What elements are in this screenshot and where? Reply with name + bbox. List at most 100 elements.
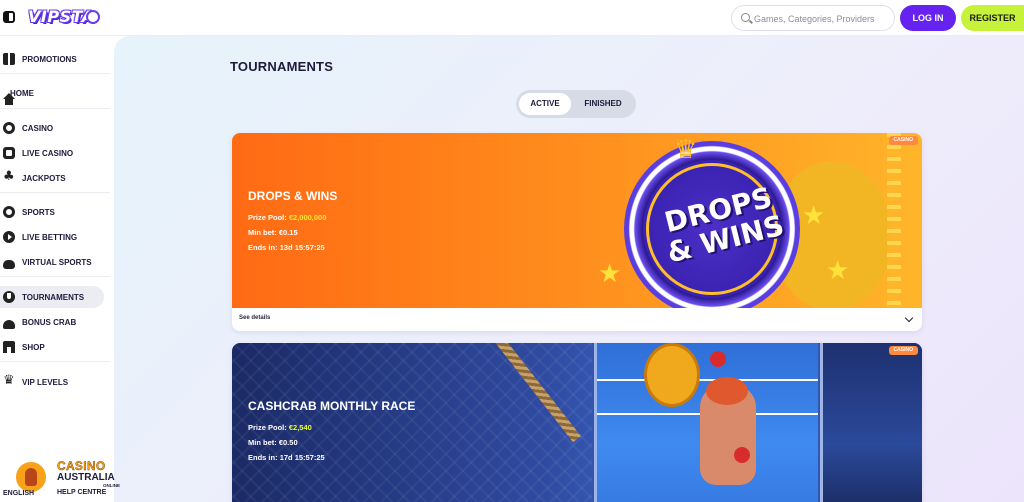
clover-icon [3, 169, 15, 184]
prize-pool-label: Prize Pool: [248, 423, 287, 432]
category-badge: CASINO [888, 346, 918, 355]
sidebar-item-label: LIVE CASINO [22, 148, 74, 158]
gamepad-icon [3, 259, 15, 269]
ring-rope [596, 379, 818, 381]
tournament-tabs: ACTIVE FINISHED [516, 90, 636, 118]
crown-art-icon: ♛ [674, 135, 698, 165]
light-bulbs-decoration [887, 133, 901, 308]
search-input[interactable] [754, 10, 890, 27]
register-button[interactable]: REGISTER [961, 5, 1024, 31]
sidebar-divider [0, 361, 110, 362]
panel-divider [820, 343, 823, 502]
sidebar-toggle-icon[interactable] [3, 11, 15, 23]
sidebar-divider [0, 276, 110, 277]
prize-pool-value: €2,000,000 [288, 213, 327, 222]
sidebar-item-sports[interactable]: SPORTS [0, 201, 104, 223]
sidebar-item-casino[interactable]: CASINO [0, 117, 104, 139]
star-icon: ★ [598, 259, 622, 289]
sidebar-item-live-betting[interactable]: LIVE BETTING [0, 226, 104, 248]
gift-icon [3, 53, 15, 65]
min-bet-label: Min bet: [248, 438, 277, 447]
crab-logo-icon [86, 10, 100, 24]
gold-coin-art [644, 343, 700, 407]
see-details-bar[interactable]: See details [232, 308, 922, 331]
sidebar-item-label: PROMOTIONS [22, 54, 77, 64]
top-header: VIPSTA LOG IN REGISTER [0, 0, 1024, 36]
tournament-name: CASHCRAB MONTHLY RACE [248, 399, 416, 413]
chevron-down-icon[interactable] [904, 313, 914, 323]
min-bet-value: €0.15 [278, 228, 298, 237]
page-title: TOURNAMENTS [230, 59, 334, 74]
casino-australia-watermark: ENGLISH CASINO AUSTRALIA ONLINE HELP CEN… [0, 456, 130, 502]
sidebar-nav: PROMOTIONS HOME CASINO LIVE CASINO JACKP… [0, 36, 114, 502]
tournament-card-drops-wins[interactable]: ♛ DROPS & WINS ★ ★ ★ CASINO DROPS & WINS… [232, 133, 922, 331]
shop-icon [3, 341, 15, 353]
sidebar-item-label: BONUS CRAB [22, 317, 77, 327]
logo-text: VIPSTA [28, 7, 95, 26]
sidebar-item-label: VIP LEVELS [22, 377, 69, 387]
sidebar-item-promotions[interactable]: PROMOTIONS [0, 48, 104, 70]
sidebar-divider [0, 73, 110, 74]
tab-active[interactable]: ACTIVE [519, 93, 571, 115]
tournament-name: DROPS & WINS [248, 189, 338, 203]
play-icon [3, 231, 15, 243]
star-icon: ★ [826, 256, 850, 286]
min-bet-line: Min bet: €0.15 [248, 228, 298, 237]
ends-in-value: 13d 15:57:25 [279, 243, 325, 252]
sidebar-item-vip-levels[interactable]: VIP LEVELS [0, 371, 104, 393]
watermark-help-centre: HELP CENTRE [57, 489, 107, 496]
see-details-link[interactable]: See details [239, 315, 270, 321]
ends-in-value: 17d 15:57:25 [279, 453, 325, 462]
trophy-icon [3, 291, 15, 303]
sidebar-item-label: JACKPOTS [22, 173, 66, 183]
sidebar-item-tournaments[interactable]: TOURNAMENTS [0, 286, 104, 308]
sidebar-divider [0, 108, 110, 109]
sidebar-item-home[interactable]: HOME [0, 82, 104, 105]
watermark-online: ONLINE [103, 483, 121, 488]
kangaroo-logo-icon [14, 460, 48, 494]
prize-pool-label: Prize Pool: [248, 213, 287, 222]
ends-in-label: Ends in: [248, 243, 278, 252]
ends-in-line: Ends in: 13d 15:57:25 [248, 243, 325, 252]
live-casino-icon [3, 147, 15, 159]
prize-pool-value: €2,540 [288, 423, 312, 432]
crab-icon [3, 319, 15, 329]
search-box[interactable] [731, 5, 895, 31]
sports-icon [3, 206, 15, 218]
tournament-banner[interactable]: CASINO CASHCRAB MONTHLY RACE Prize Pool:… [232, 343, 922, 502]
sidebar-item-label: LIVE BETTING [22, 232, 78, 242]
prize-pool-line: Prize Pool: €2,540 [248, 423, 312, 432]
min-bet-label: Min bet: [248, 228, 277, 237]
crown-icon [3, 373, 15, 388]
star-icon: ★ [802, 201, 826, 231]
crowd-art [822, 343, 922, 502]
watermark-australia: AUSTRALIA [57, 472, 115, 483]
casino-icon [3, 122, 15, 134]
sidebar-item-jackpots[interactable]: JACKPOTS [0, 167, 104, 189]
sidebar-item-label: SPORTS [22, 207, 55, 217]
tournament-banner[interactable]: ♛ DROPS & WINS ★ ★ ★ CASINO DROPS & WINS… [232, 133, 922, 317]
login-button[interactable]: LOG IN [900, 5, 956, 31]
sidebar-item-label: VIRTUAL SPORTS [22, 257, 92, 267]
sidebar-item-live-casino[interactable]: LIVE CASINO [0, 142, 104, 164]
sidebar-item-virtual-sports[interactable]: VIRTUAL SPORTS [0, 251, 104, 273]
panel-divider [594, 343, 597, 502]
site-logo[interactable]: VIPSTA [28, 5, 102, 31]
watermark-casino: CASINO [57, 459, 106, 473]
tab-finished[interactable]: FINISHED [574, 93, 632, 115]
search-icon [741, 13, 750, 22]
boxing-glove-art [734, 447, 750, 463]
min-bet-value: €0.50 [278, 438, 298, 447]
sidebar-item-bonus-crab[interactable]: BONUS CRAB [0, 311, 104, 333]
boxer-hair-art [706, 377, 748, 405]
sidebar-item-shop[interactable]: SHOP [0, 336, 104, 358]
sidebar-divider [0, 192, 110, 193]
language-selector[interactable]: ENGLISH [3, 490, 34, 497]
ends-in-line: Ends in: 17d 15:57:25 [248, 453, 325, 462]
sidebar-item-label: CASINO [22, 123, 54, 133]
tournament-card-cashcrab[interactable]: CASINO CASHCRAB MONTHLY RACE Prize Pool:… [232, 343, 922, 502]
category-badge: CASINO [888, 136, 918, 145]
sidebar-item-label: SHOP [22, 342, 45, 352]
boxing-glove-art [710, 351, 726, 367]
ends-in-label: Ends in: [248, 453, 278, 462]
